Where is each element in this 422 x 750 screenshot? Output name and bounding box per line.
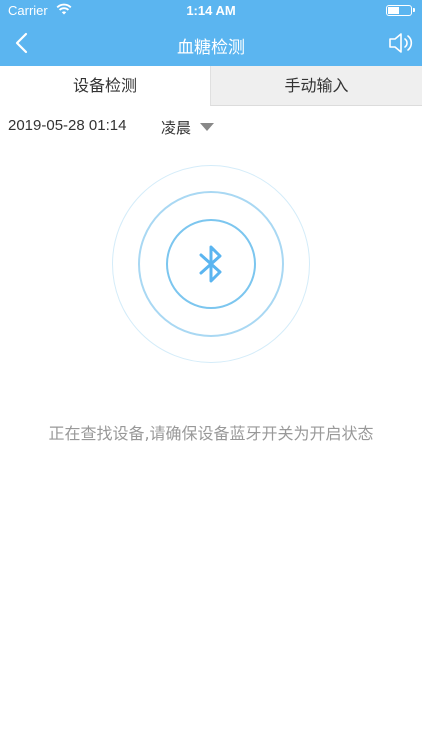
bluetooth-icon — [192, 241, 230, 287]
reading-datetime[interactable]: 2019-05-28 01:14 — [8, 117, 126, 134]
status-time: 1:14 AM — [186, 3, 236, 18]
tab-manual-input[interactable]: 手动输入 — [210, 66, 422, 106]
tab-bar: 设备检测 手动输入 — [0, 66, 422, 106]
search-status-message: 正在查找设备,请确保设备蓝牙开关为开启状态 — [48, 424, 374, 443]
page-title: 血糖检测 — [177, 38, 245, 58]
period-selector[interactable]: 凌晨 — [161, 117, 191, 138]
nav-bar: 血糖检测 — [0, 22, 422, 66]
caret-down-icon[interactable] — [200, 123, 214, 131]
datetime-row: 2019-05-28 01:14 凌晨 — [0, 106, 422, 148]
bluetooth-search-indicator — [112, 165, 310, 363]
status-bar: Carrier 1:14 AM — [0, 0, 422, 22]
speaker-icon[interactable] — [386, 28, 416, 58]
tab-device-detection[interactable]: 设备检测 — [0, 66, 210, 106]
battery-icon — [386, 5, 415, 16]
